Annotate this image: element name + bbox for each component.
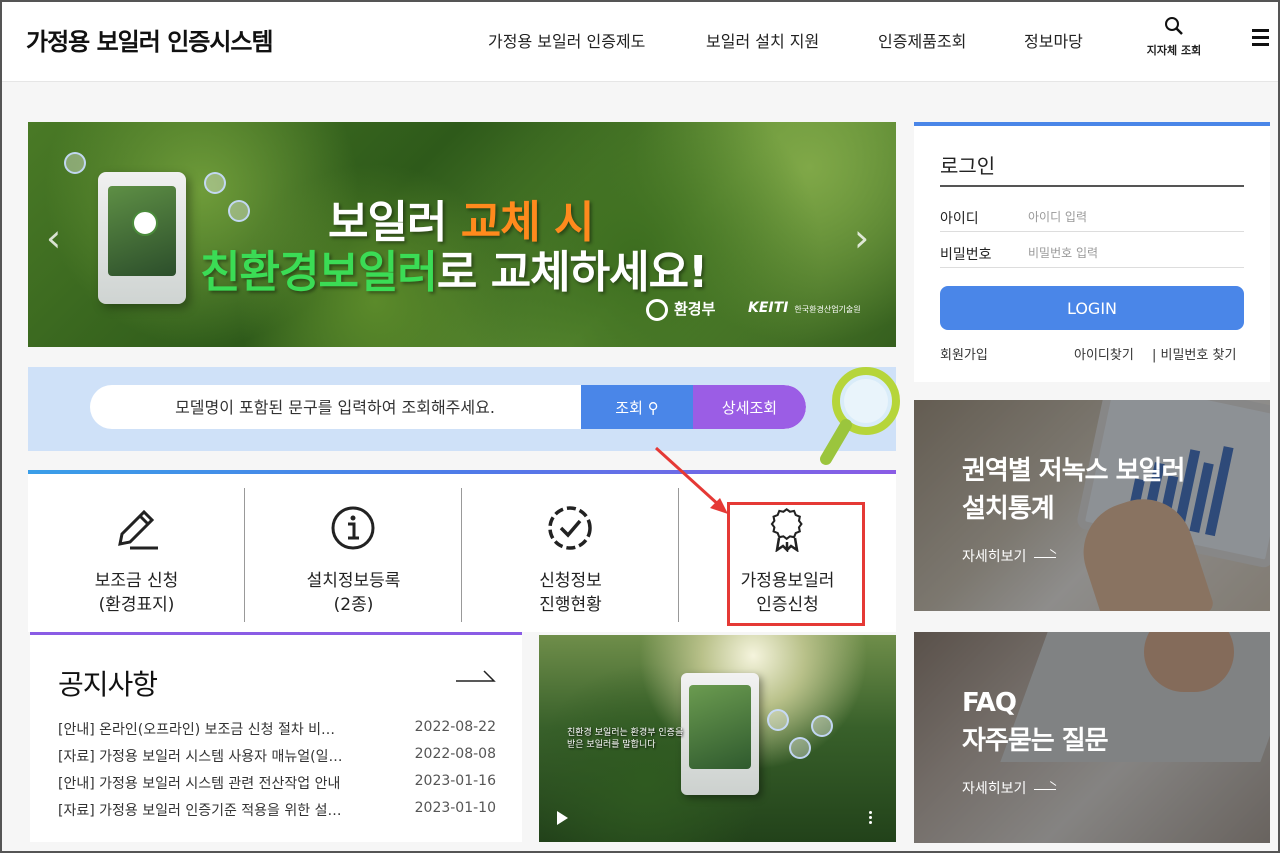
arrow-right-icon — [1034, 556, 1057, 558]
site-logo[interactable]: 가정용 보일러 인증시스템 — [26, 22, 274, 57]
highlight-box — [727, 502, 865, 626]
product-search-box: 조회 ⚲ 상세조회 — [28, 367, 900, 465]
banner-headline-2: 친환경보일러로 교체하세요! — [200, 247, 708, 298]
main-content: ‹ › 보일러 교체 시 친환경보일러로 교체하세요! 환경부 KEITI 한국환… — [2, 82, 1278, 851]
ministry-logo: 환경부 — [646, 298, 715, 321]
local-gov-search[interactable]: 지자체 조회 — [1142, 16, 1206, 58]
more-options-icon[interactable] — [869, 811, 873, 825]
login-panel: 로그인 아이디 비밀번호 LOGIN 회원가입 아이디찾기 | 비밀번호 찾기 — [914, 122, 1270, 382]
nav-install-support[interactable]: 보일러 설치 지원 — [706, 28, 819, 52]
search-icon — [1165, 17, 1183, 35]
banner-prev-arrow[interactable]: ‹ — [46, 216, 61, 260]
search-button[interactable]: 조회 ⚲ — [581, 385, 693, 429]
bubble-decoration — [767, 709, 789, 731]
boiler-image — [681, 673, 759, 795]
hamburger-menu-icon[interactable] — [1252, 29, 1269, 46]
menu-application-status[interactable]: 신청정보 진행현황 — [462, 474, 679, 636]
menu-sublabel-1: (환경표지) — [98, 595, 175, 615]
quick-menu: 보조금 신청 (환경표지) 설치정보등록 (2종) 신청정보 진행현황 가정용보… — [28, 470, 896, 632]
notice-board: 공지사항 [안내] 온라인(오프라인) 보조금 신청 절차 비… 2022-08-… — [30, 632, 522, 842]
bubble-decoration — [789, 737, 811, 759]
faq-card-title: FAQ 자주묻는 질문 — [962, 688, 1109, 756]
id-label: 아이디 — [940, 211, 979, 227]
stats-card[interactable]: 권역별 저녹스 보일러 설치통계 자세히보기 — [914, 400, 1270, 611]
promo-video[interactable]: 친환경 보일러는 환경부 인증을 받은 보일러를 말합니다 — [539, 635, 896, 842]
id-row: 아이디 — [940, 204, 1244, 232]
play-icon[interactable] — [557, 811, 568, 825]
bubble-decoration — [228, 200, 250, 222]
nav-product-search[interactable]: 인증제품조회 — [878, 28, 966, 52]
local-gov-search-label: 지자체 조회 — [1146, 44, 1202, 57]
bubble-decoration — [204, 172, 226, 194]
faq-card-more[interactable]: 자세히보기 — [962, 778, 1057, 798]
faq-card[interactable]: FAQ 자주묻는 질문 자세히보기 — [914, 632, 1270, 843]
keiti-logo: KEITI 한국환경산업기술원 — [748, 300, 861, 316]
nav-certification-system[interactable]: 가정용 보일러 인증제도 — [488, 28, 645, 52]
id-input[interactable] — [1028, 206, 1238, 228]
menu-label-2: 설치정보등록 — [306, 571, 401, 591]
check-circle-icon — [548, 506, 592, 550]
find-id-link[interactable]: 아이디찾기 — [1074, 344, 1134, 363]
menu-install-registration[interactable]: 설치정보등록 (2종) — [245, 474, 462, 636]
password-row: 비밀번호 — [940, 240, 1244, 268]
password-input[interactable] — [1028, 242, 1238, 264]
menu-sublabel-2: (2종) — [333, 595, 374, 615]
boiler-image — [98, 172, 186, 304]
search-icon: ⚲ — [647, 398, 659, 417]
model-search-input[interactable] — [90, 385, 580, 429]
nav-info[interactable]: 정보마당 — [1024, 28, 1083, 52]
detail-search-button[interactable]: 상세조회 — [693, 385, 806, 429]
notice-item[interactable]: [자료] 가정용 보일러 인증기준 적용을 위한 설… 2023-01-10 — [58, 800, 498, 827]
notice-item[interactable]: [안내] 온라인(오프라인) 보조금 신청 절차 비… 2022-08-22 — [58, 719, 498, 746]
more-arrow-icon[interactable] — [456, 665, 496, 685]
menu-label-1: 보조금 신청 — [94, 571, 179, 591]
login-title: 로그인 — [940, 150, 1244, 187]
arrow-right-icon — [1034, 788, 1057, 790]
find-password-link[interactable]: | 비밀번호 찾기 — [1152, 344, 1236, 363]
bubble-decoration — [811, 715, 833, 737]
banner-next-arrow[interactable]: › — [854, 216, 869, 260]
menu-subsidy-application[interactable]: 보조금 신청 (환경표지) — [28, 474, 245, 636]
notice-title: 공지사항 — [58, 668, 158, 701]
bubble-decoration — [64, 152, 86, 174]
magnifier-icon — [820, 367, 900, 465]
notice-item[interactable]: [자료] 가정용 보일러 시스템 사용자 매뉴얼(일… 2022-08-08 — [58, 746, 498, 773]
password-label: 비밀번호 — [940, 247, 992, 263]
notice-list: [안내] 온라인(오프라인) 보조금 신청 절차 비… 2022-08-22 [자… — [58, 719, 498, 827]
signup-link[interactable]: 회원가입 — [940, 344, 988, 363]
site-header: 가정용 보일러 인증시스템 가정용 보일러 인증제도 보일러 설치 지원 인증제… — [2, 2, 1278, 82]
menu-label-3: 신청정보 — [539, 571, 602, 591]
menu-sublabel-3: 진행현황 — [539, 595, 602, 615]
red-arrow-annotation — [654, 446, 728, 514]
stats-card-more[interactable]: 자세히보기 — [962, 546, 1057, 566]
page-frame: 가정용 보일러 인증시스템 가정용 보일러 인증제도 보일러 설치 지원 인증제… — [0, 0, 1280, 853]
video-caption: 친환경 보일러는 환경부 인증을 받은 보일러를 말합니다 — [567, 728, 684, 750]
pencil-icon — [118, 509, 158, 550]
notice-item[interactable]: [안내] 가정용 보일러 시스템 관련 전산작업 안내 2023-01-16 — [58, 773, 498, 800]
info-icon — [331, 506, 375, 550]
search-bar: 조회 ⚲ 상세조회 — [90, 385, 806, 429]
stats-card-title: 권역별 저녹스 보일러 설치통계 — [962, 456, 1185, 524]
hero-banner[interactable]: ‹ › 보일러 교체 시 친환경보일러로 교체하세요! 환경부 KEITI 한국환… — [28, 122, 896, 347]
login-button[interactable]: LOGIN — [940, 286, 1244, 330]
